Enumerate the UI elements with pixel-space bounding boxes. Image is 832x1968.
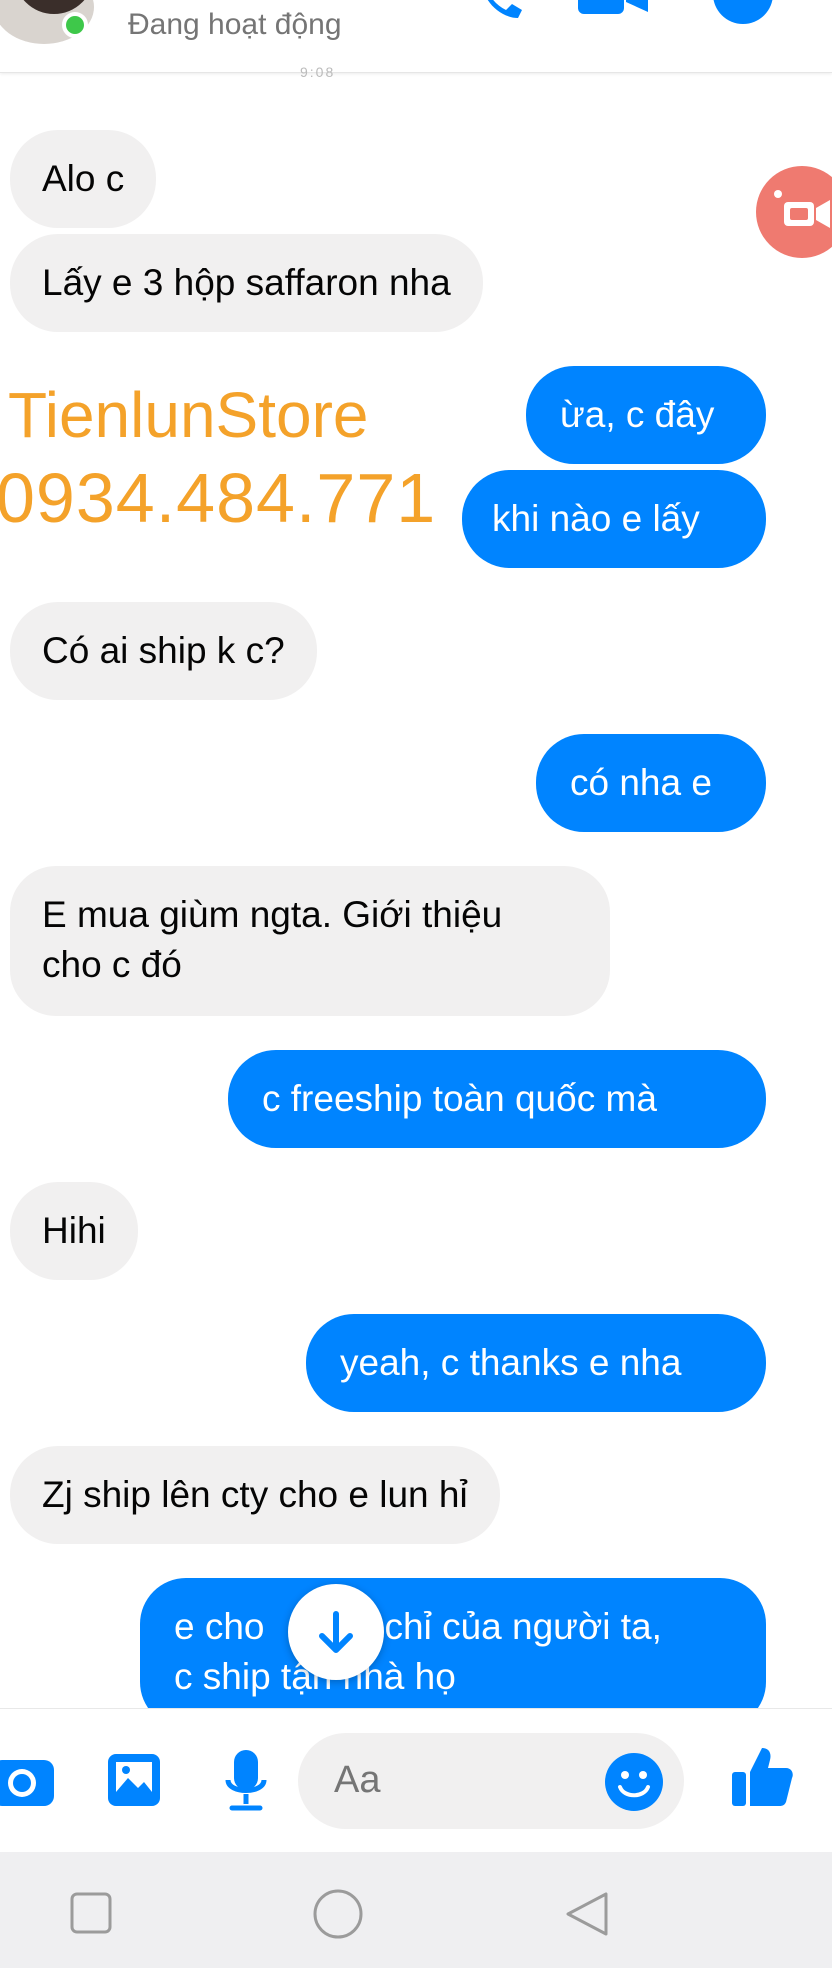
message-text-line: e cho chỉ của người ta,: [174, 1602, 766, 1652]
nav-home-icon[interactable]: [312, 1888, 364, 1940]
scroll-down-button[interactable]: [288, 1584, 384, 1680]
like-icon[interactable]: [728, 1744, 794, 1810]
message-text: e cho: [174, 1606, 265, 1647]
message-incoming[interactable]: Hihi: [10, 1182, 138, 1280]
message-text-line: E mua giùm ngta. Giới thiệu: [42, 894, 503, 935]
message-incoming[interactable]: Lấy e 3 hộp saffaron nha: [10, 234, 483, 332]
message-text: c freeship toàn quốc mà: [262, 1078, 657, 1119]
message-outgoing[interactable]: yeah, c thanks e nha: [306, 1314, 766, 1412]
message-text: khi nào e lấy: [492, 498, 700, 539]
message-text: chỉ của người ta,: [384, 1606, 662, 1647]
timestamp: 9:08: [300, 64, 336, 80]
message-text: ừa, c đây: [560, 394, 715, 435]
microphone-icon[interactable]: [222, 1748, 270, 1814]
info-icon[interactable]: [712, 0, 774, 26]
video-fab-button[interactable]: [756, 166, 832, 258]
camera-icon[interactable]: [0, 1752, 60, 1810]
message-text: Lấy e 3 hộp saffaron nha: [42, 262, 451, 303]
message-text: Hihi: [42, 1210, 106, 1251]
message-outgoing[interactable]: ừa, c đây: [526, 366, 766, 464]
nav-back-icon[interactable]: [562, 1890, 610, 1938]
message-text: Có ai ship k c?: [42, 630, 285, 671]
message-incoming[interactable]: Zj ship lên cty cho e lun hỉ: [10, 1446, 500, 1544]
video-fab-icon: [774, 190, 830, 228]
message-outgoing[interactable]: có nha e: [536, 734, 766, 832]
message-outgoing[interactable]: khi nào e lấy: [462, 470, 766, 568]
message-text-line: c ship tận nhà họ: [174, 1656, 456, 1697]
active-status-text: Đang hoạt động: [128, 8, 342, 41]
message-text: yeah, c thanks e nha: [340, 1342, 682, 1383]
nav-recents-icon[interactable]: [70, 1892, 112, 1934]
gallery-icon[interactable]: [106, 1752, 162, 1808]
message-outgoing[interactable]: c freeship toàn quốc mà: [228, 1050, 766, 1148]
conversation-header: Đang hoạt động: [0, 0, 832, 73]
message-incoming[interactable]: Có ai ship k c?: [10, 602, 317, 700]
online-indicator: [62, 12, 88, 38]
watermark-store-name: TienlunStore: [8, 379, 369, 451]
message-input[interactable]: [334, 1759, 594, 1802]
scroll-down-icon: [319, 1611, 353, 1653]
system-navigation-bar: [0, 1852, 832, 1968]
message-incoming[interactable]: Alo c: [10, 130, 157, 228]
message-incoming[interactable]: E mua giùm ngta. Giới thiệu cho c đó: [10, 866, 610, 1016]
message-text-line: cho c đó: [42, 944, 182, 985]
message-text: Zj ship lên cty cho e lun hỉ: [42, 1474, 468, 1515]
message-outgoing[interactable]: e cho chỉ của người ta, c ship tận nhà họ: [140, 1578, 766, 1728]
video-call-icon[interactable]: [578, 0, 652, 20]
watermark-phone: 0934.484.771: [0, 459, 437, 537]
message-text: có nha e: [570, 762, 712, 803]
message-text: Alo c: [42, 158, 125, 199]
phone-icon[interactable]: [478, 0, 524, 22]
emoji-icon[interactable]: [604, 1752, 664, 1812]
